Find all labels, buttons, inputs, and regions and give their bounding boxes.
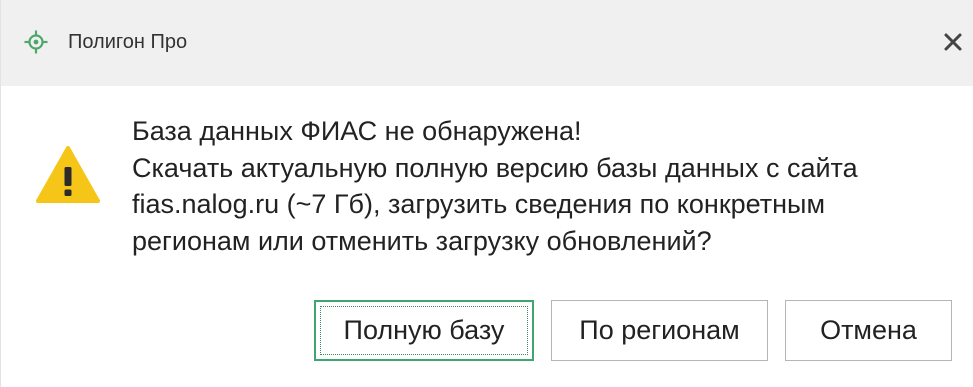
warning-icon bbox=[36, 146, 100, 203]
message-line: fias.nalog.ru (~7 Гб), загрузить сведени… bbox=[132, 189, 826, 219]
by-regions-button-label: По регионам bbox=[579, 315, 740, 345]
message-line: регионам или отменить загрузку обновлени… bbox=[132, 225, 712, 256]
cancel-button[interactable]: Отмена bbox=[785, 300, 952, 361]
full-database-button-label: Полную базу bbox=[343, 315, 505, 345]
message-line: База данных ФИАС не обнаружена! bbox=[132, 116, 582, 146]
window-title: Полигон Про bbox=[68, 31, 188, 53]
close-icon[interactable] bbox=[941, 30, 965, 54]
message-text: База данных ФИАС не обнаружена! Скачать … bbox=[132, 113, 962, 259]
cancel-button-label: Отмена bbox=[820, 315, 917, 345]
dialog-window: Полигон Про База данных ФИАС не обнаруже… bbox=[0, 0, 973, 387]
title-bar: Полигон Про bbox=[1, 0, 973, 86]
polygon-target-icon bbox=[24, 30, 48, 54]
by-regions-button[interactable]: По регионам bbox=[551, 300, 768, 361]
message-line: Скачать актуальную полную версию базы да… bbox=[132, 152, 858, 183]
full-database-button[interactable]: Полную базу bbox=[314, 300, 534, 361]
